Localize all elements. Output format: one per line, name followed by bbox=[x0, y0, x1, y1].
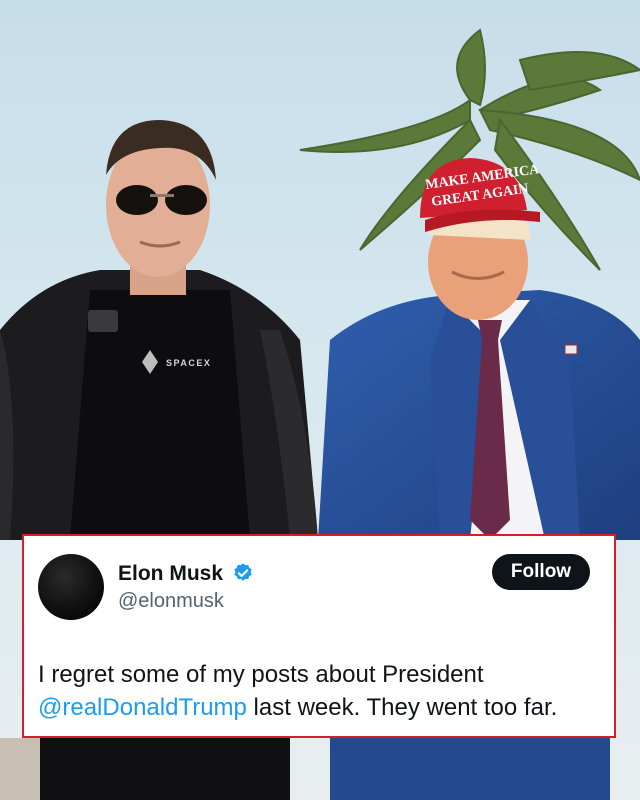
tweet-text-part1: I regret some of my posts about Presiden… bbox=[38, 661, 484, 688]
mention-link[interactable]: @realDonaldTrump bbox=[38, 694, 247, 721]
tweet-card: Elon Musk @elonmusk Follow I regret some… bbox=[22, 534, 616, 738]
follow-button[interactable]: Follow bbox=[492, 554, 590, 590]
tweet-text-part2: last week. They went too far. bbox=[246, 694, 558, 721]
svg-text:SPACEX: SPACEX bbox=[166, 358, 211, 368]
verified-badge-icon bbox=[234, 563, 252, 581]
user-handle[interactable]: @elonmusk bbox=[118, 590, 224, 613]
display-name[interactable]: Elon Musk bbox=[118, 562, 223, 586]
avatar[interactable] bbox=[38, 554, 104, 620]
tweet-text: I regret some of my posts about Presiden… bbox=[38, 658, 608, 724]
